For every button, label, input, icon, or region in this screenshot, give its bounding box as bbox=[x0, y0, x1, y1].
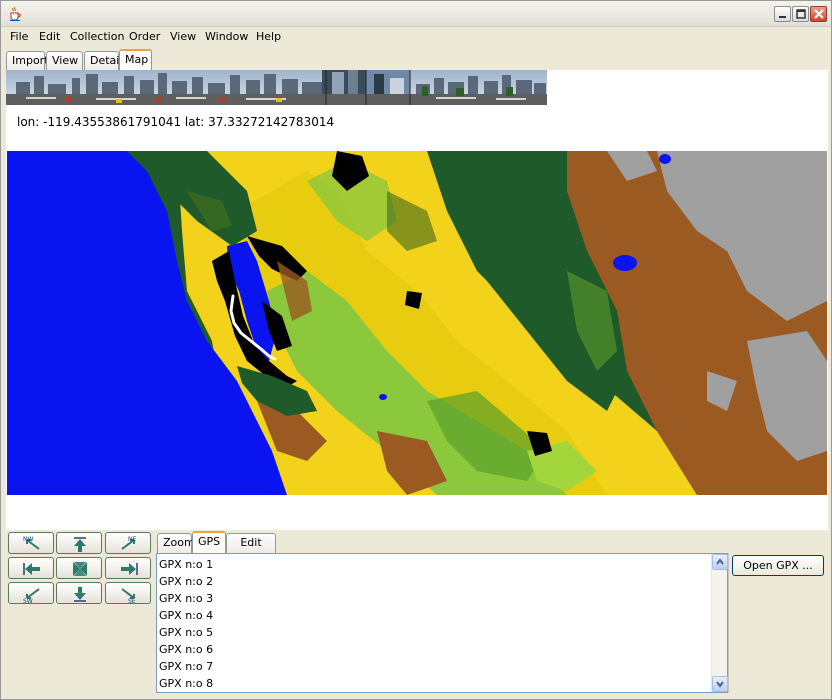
land-cover-map[interactable] bbox=[7, 151, 827, 495]
tab-view[interactable]: View bbox=[46, 51, 83, 71]
arrow-se-icon: SE bbox=[121, 588, 136, 605]
menu-edit[interactable]: Edit bbox=[36, 29, 63, 45]
svg-text:SW: SW bbox=[23, 598, 33, 605]
svg-text:SE: SE bbox=[128, 598, 136, 605]
menu-view[interactable]: View bbox=[167, 29, 199, 45]
svg-text:NW: NW bbox=[23, 536, 33, 543]
tab-gps[interactable]: GPS bbox=[192, 531, 226, 553]
list-item[interactable]: GPX n:o 7 bbox=[158, 658, 213, 675]
scroll-down-button[interactable] bbox=[712, 676, 728, 692]
minimize-icon bbox=[779, 16, 786, 18]
tab-map[interactable]: Map bbox=[119, 49, 152, 71]
list-scrollbar[interactable] bbox=[711, 554, 728, 692]
center-button[interactable] bbox=[56, 557, 102, 579]
pan-south-button[interactable] bbox=[56, 582, 102, 604]
menu-bar: File Edit Collection Order View Window H… bbox=[1, 27, 831, 47]
arrow-w-icon bbox=[23, 563, 40, 575]
chevron-up-icon bbox=[716, 558, 724, 565]
chevron-down-icon bbox=[716, 681, 724, 688]
java-cup-icon bbox=[7, 6, 23, 22]
arrow-ne-icon: NE bbox=[121, 536, 136, 550]
list-item[interactable]: GPX n:o 6 bbox=[158, 641, 213, 658]
pan-ne-button[interactable]: NE bbox=[105, 532, 151, 554]
app-window: File Edit Collection Order View Window H… bbox=[0, 0, 832, 700]
pan-north-button[interactable] bbox=[56, 532, 102, 554]
gpx-list[interactable]: GPX n:o 1 GPX n:o 2 GPX n:o 3 GPX n:o 4 … bbox=[156, 553, 728, 693]
arrow-nw-icon: NW bbox=[23, 536, 40, 550]
arrow-sw-icon: SW bbox=[23, 588, 40, 605]
arrow-e-icon bbox=[121, 563, 138, 575]
menu-collection[interactable]: Collection bbox=[67, 29, 127, 45]
pan-east-button[interactable] bbox=[105, 557, 151, 579]
list-item[interactable]: GPX n:o 4 bbox=[158, 607, 213, 624]
tab-zoom[interactable]: Zoom bbox=[157, 533, 195, 553]
scroll-up-button[interactable] bbox=[712, 554, 728, 570]
pan-nw-button[interactable]: NW bbox=[8, 532, 54, 554]
menu-file[interactable]: File bbox=[7, 29, 31, 45]
main-tabs: Import View Detail Map bbox=[5, 49, 825, 71]
center-icon bbox=[73, 562, 87, 576]
title-bar[interactable] bbox=[1, 1, 831, 27]
close-button[interactable] bbox=[810, 6, 827, 22]
svg-text:NE: NE bbox=[128, 536, 136, 543]
photo-thumbnails-icon bbox=[6, 70, 547, 105]
close-icon bbox=[814, 9, 824, 19]
tab-edit-map[interactable]: Edit Map bbox=[226, 533, 276, 567]
arrow-n-icon bbox=[74, 537, 86, 552]
minimize-button[interactable] bbox=[774, 6, 791, 22]
bottom-panel: NW NE SW SE Zoom GPS Edit GPX n:o 1 GPX … bbox=[6, 531, 828, 695]
gps-actions-panel: Open GPX ... bbox=[728, 553, 828, 693]
pan-se-button[interactable]: SE bbox=[105, 582, 151, 605]
map-panel: lon: -119.43553861791041 lat: 37.3327214… bbox=[6, 70, 828, 530]
arrow-s-icon bbox=[74, 587, 86, 602]
photo-filmstrip[interactable] bbox=[6, 70, 547, 105]
menu-window[interactable]: Window bbox=[202, 29, 251, 45]
land-cover-map-icon bbox=[7, 151, 827, 495]
tab-detail[interactable]: Detail bbox=[84, 51, 122, 71]
list-item[interactable]: GPX n:o 5 bbox=[158, 624, 213, 641]
tab-import[interactable]: Import bbox=[6, 51, 49, 71]
bottom-tabs: Zoom GPS Edit Map bbox=[156, 531, 576, 567]
open-gpx-button[interactable]: Open GPX ... bbox=[732, 555, 824, 576]
menu-help[interactable]: Help bbox=[253, 29, 284, 45]
maximize-icon bbox=[796, 9, 806, 19]
pan-west-button[interactable] bbox=[8, 557, 54, 579]
list-item[interactable]: GPX n:o 3 bbox=[158, 590, 213, 607]
list-item[interactable]: GPX n:o 1 bbox=[158, 556, 213, 573]
menu-order[interactable]: Order bbox=[126, 29, 163, 45]
list-item[interactable]: GPX n:o 2 bbox=[158, 573, 213, 590]
coordinate-readout: lon: -119.43553861791041 lat: 37.3327214… bbox=[17, 115, 335, 129]
pan-sw-button[interactable]: SW bbox=[8, 582, 54, 605]
maximize-button[interactable] bbox=[792, 6, 809, 22]
list-item[interactable]: GPX n:o 8 bbox=[158, 675, 213, 692]
